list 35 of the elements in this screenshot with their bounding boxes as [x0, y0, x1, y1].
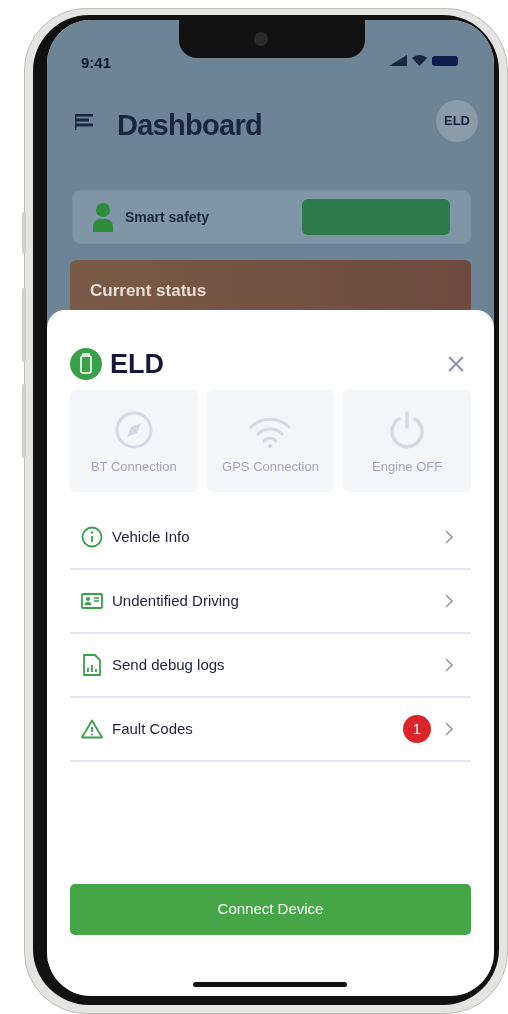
- device-icon: [70, 348, 102, 380]
- chevron-icon: [445, 530, 453, 544]
- status-card-title: Current status: [90, 281, 207, 300]
- menu-item[interactable]: Send debug logs: [70, 634, 471, 698]
- chevron-icon: [445, 594, 453, 608]
- menu-item-label: Vehicle Info: [112, 526, 190, 547]
- tile-label: Engine OFF: [372, 457, 443, 476]
- chevron-icon: [445, 722, 453, 736]
- close-icon: [448, 356, 464, 372]
- menu-item[interactable]: Undentified Driving: [70, 570, 471, 634]
- camera-icon: [254, 32, 268, 46]
- tile-label: GPS Connection: [222, 457, 319, 476]
- menu-icon[interactable]: [75, 114, 93, 130]
- wifi-icon: [412, 55, 427, 66]
- info-icon: [81, 526, 103, 548]
- chevron-icon: [445, 658, 453, 672]
- sheet-title: ELD: [110, 347, 164, 381]
- compass-icon: [114, 410, 153, 449]
- page-title: Dashboard: [117, 108, 262, 143]
- tile-label: BT Connection: [90, 457, 177, 476]
- report-icon: [83, 654, 101, 676]
- menu-item[interactable]: Fault Codes 1: [70, 698, 471, 762]
- status-time: 9:41: [81, 53, 112, 73]
- safety-card[interactable]: Smart safety: [72, 190, 471, 244]
- count-badge: 1: [403, 715, 431, 743]
- menu-item[interactable]: Vehicle Info: [70, 506, 471, 570]
- menu-item-label: Fault Codes: [112, 718, 193, 739]
- id-card-icon: [81, 593, 103, 609]
- person-icon: [93, 202, 113, 232]
- warning-icon: [81, 719, 103, 739]
- menu-item-label: Undentified Driving: [112, 590, 239, 611]
- signal-icon: [389, 55, 407, 66]
- menu-item-label: Send debug logs: [112, 654, 225, 675]
- battery-icon: [432, 55, 458, 66]
- safety-label: Smart safety: [125, 207, 210, 227]
